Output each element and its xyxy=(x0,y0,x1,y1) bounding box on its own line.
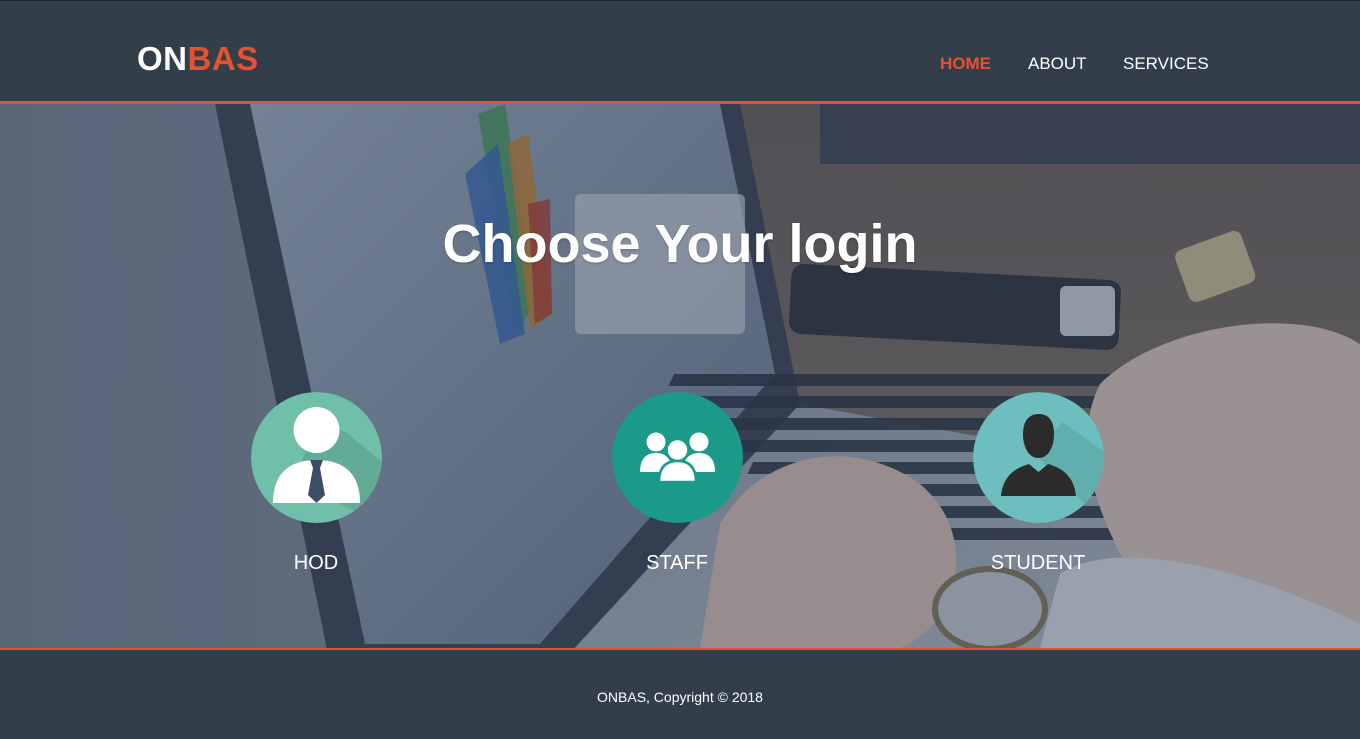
brand-logo-part-b: BAS xyxy=(187,40,259,77)
role-card-staff[interactable]: STAFF xyxy=(577,392,777,575)
nav-link-services[interactable]: SERVICES xyxy=(1123,54,1209,74)
copyright-text: ONBAS, Copyright © 2018 xyxy=(597,689,763,705)
role-label-student[interactable]: STUDENT xyxy=(938,551,1138,575)
nav-link-about[interactable]: ABOUT xyxy=(1028,54,1087,74)
hero-section: Choose Your login HOD STAFF STUDENT xyxy=(0,104,1360,648)
brand-logo-part-a: ON xyxy=(137,40,188,77)
role-label-staff[interactable]: STAFF xyxy=(577,551,777,575)
role-label-hod[interactable]: HOD xyxy=(216,551,416,575)
top-navbar: ONBAS HOME ABOUT SERVICES xyxy=(0,0,1360,101)
page-footer: ONBAS, Copyright © 2018 xyxy=(0,650,1360,739)
brand-logo[interactable]: ONBAS xyxy=(137,39,259,79)
staff-group-icon[interactable] xyxy=(611,392,743,523)
student-silhouette-icon[interactable] xyxy=(972,392,1104,523)
hod-user-tie-icon[interactable] xyxy=(250,392,382,523)
nav-link-home[interactable]: HOME xyxy=(940,54,991,74)
page-title: Choose Your login xyxy=(442,214,918,274)
role-card-student[interactable]: STUDENT xyxy=(938,392,1138,575)
role-card-hod[interactable]: HOD xyxy=(216,392,416,575)
